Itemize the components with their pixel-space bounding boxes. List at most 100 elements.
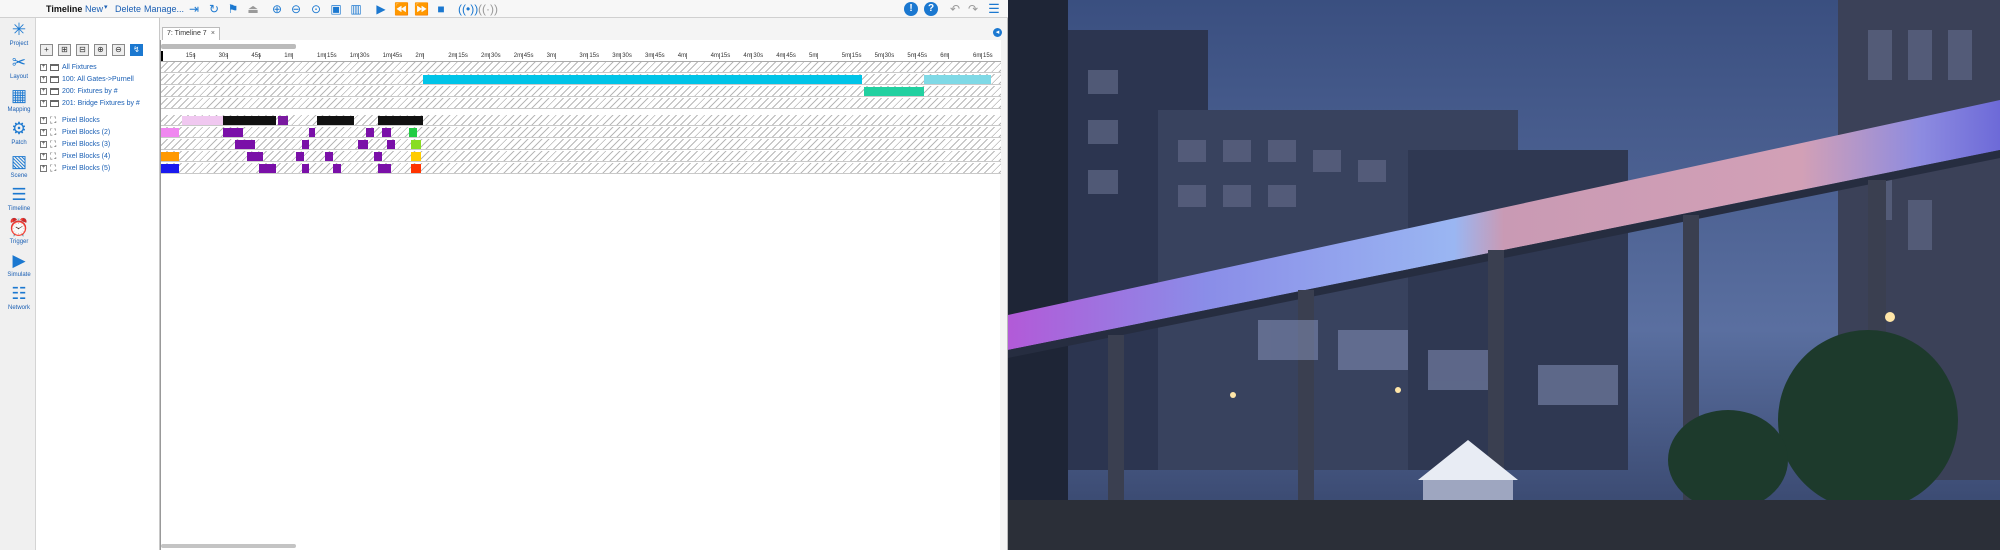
sidebar-item-trigger[interactable]: ⏰ Trigger bbox=[3, 218, 35, 248]
sidebar-item-simulate[interactable]: ▶ Simulate bbox=[3, 251, 35, 281]
tree-row[interactable]: + ⛶ Pixel Blocks (2) bbox=[36, 127, 160, 138]
timeline-block[interactable] bbox=[374, 152, 383, 161]
rewind-icon[interactable]: ⏪ bbox=[394, 2, 409, 16]
horizontal-scrollbar[interactable] bbox=[161, 44, 296, 49]
timeline-block[interactable] bbox=[923, 75, 992, 84]
timeline-block[interactable] bbox=[864, 87, 924, 96]
playhead[interactable] bbox=[161, 51, 163, 61]
sidebar-item-timeline[interactable]: ☰ Timeline bbox=[3, 185, 35, 215]
timeline-block[interactable] bbox=[161, 152, 180, 161]
menu-icon[interactable]: ☰ bbox=[987, 2, 1001, 16]
timeline-block[interactable] bbox=[411, 164, 422, 173]
expand-icon[interactable]: + bbox=[40, 129, 47, 136]
tree-row[interactable]: + All Fixtures bbox=[36, 62, 160, 73]
play-icon[interactable]: ▶ bbox=[374, 2, 388, 16]
timeline-block[interactable] bbox=[378, 164, 391, 173]
expand-icon[interactable]: + bbox=[40, 64, 47, 71]
timeline-block[interactable] bbox=[386, 140, 395, 149]
tree-row[interactable]: + 100: All Gates->Purnell bbox=[36, 74, 160, 85]
link-icon[interactable]: ↯ bbox=[130, 44, 143, 56]
expand-icon[interactable]: + bbox=[40, 117, 47, 124]
undo-icon[interactable]: ↶ bbox=[948, 2, 962, 16]
timeline-lane[interactable] bbox=[161, 98, 1001, 109]
timeline-block[interactable] bbox=[411, 152, 422, 161]
timeline-block[interactable] bbox=[333, 164, 342, 173]
help-icon[interactable]: ? bbox=[924, 2, 938, 16]
timeline-lane[interactable] bbox=[161, 139, 1001, 150]
bottom-scrollbar[interactable] bbox=[161, 544, 296, 548]
timeline-block[interactable] bbox=[411, 140, 422, 149]
arrow-right-icon[interactable]: ⇥ bbox=[187, 2, 201, 16]
sidebar-item-network[interactable]: ☷ Network bbox=[3, 284, 35, 314]
timeline-block[interactable] bbox=[382, 128, 391, 137]
timeline-block[interactable] bbox=[302, 140, 309, 149]
collapse-all-icon[interactable]: ⊟ bbox=[76, 44, 89, 56]
timeline-block[interactable] bbox=[325, 152, 334, 161]
tree-row[interactable]: + 200: Fixtures by # bbox=[36, 86, 160, 97]
expand-icon[interactable]: + bbox=[40, 100, 47, 107]
add-folder-icon[interactable]: + bbox=[40, 44, 53, 56]
tree-row[interactable]: + ⛶ Pixel Blocks (4) bbox=[36, 151, 160, 162]
stop-icon[interactable]: ■ bbox=[434, 2, 448, 16]
eject-icon[interactable]: ⏏ bbox=[246, 2, 260, 16]
close-panel-icon[interactable]: ◂ bbox=[993, 28, 1002, 37]
sidebar-item-patch[interactable]: ⚙ Patch bbox=[3, 119, 35, 149]
lock-icon[interactable]: ▥ bbox=[349, 2, 363, 16]
tab-close-icon[interactable]: × bbox=[211, 28, 215, 40]
image-icon[interactable]: ▣ bbox=[329, 2, 343, 16]
timeline-block[interactable] bbox=[277, 116, 289, 125]
timeline-block[interactable] bbox=[366, 128, 375, 137]
timeline-block[interactable] bbox=[234, 140, 256, 149]
add-group-icon[interactable]: ⊕ bbox=[94, 44, 107, 56]
timeline-block[interactable] bbox=[409, 128, 418, 137]
tree-row[interactable]: + ⛶ Pixel Blocks (3) bbox=[36, 139, 160, 150]
timeline-block[interactable] bbox=[316, 116, 354, 125]
fast-forward-icon[interactable]: ⏩ bbox=[414, 2, 429, 16]
timeline-block[interactable] bbox=[423, 75, 863, 84]
timeline-block[interactable] bbox=[222, 128, 243, 137]
timeline-block[interactable] bbox=[302, 164, 309, 173]
timeline-panel[interactable]: 15s 30s 45s 1m 1m 15s 1m 30s 1m 45s 2m 2m 15s 2m … bbox=[160, 40, 1001, 550]
timeline-block[interactable] bbox=[357, 140, 369, 149]
time-ruler[interactable]: 15s 30s 45s 1m 1m 15s 1m 30s 1m 45s 2m 2m 15s 2m … bbox=[161, 40, 1001, 62]
timeline-lane[interactable] bbox=[161, 74, 1001, 85]
timeline-lane[interactable] bbox=[161, 127, 1001, 138]
manage-button[interactable]: Manage... bbox=[144, 3, 184, 15]
zoom-fit-icon[interactable]: ⊙ bbox=[309, 2, 323, 16]
timeline-block[interactable] bbox=[378, 116, 424, 125]
redo-icon[interactable]: ↷ bbox=[966, 2, 980, 16]
tree-row[interactable]: + ⛶ Pixel Blocks (5) bbox=[36, 163, 160, 174]
new-menu-caret-icon[interactable]: ▾ bbox=[104, 2, 108, 14]
flag-icon[interactable]: ⚑ bbox=[226, 2, 240, 16]
timeline-block[interactable] bbox=[161, 128, 180, 137]
remove-group-icon[interactable]: ⊖ bbox=[112, 44, 125, 56]
expand-icon[interactable]: + bbox=[40, 153, 47, 160]
expand-all-icon[interactable]: ⊞ bbox=[58, 44, 71, 56]
timeline-lane[interactable] bbox=[161, 115, 1001, 126]
info-icon[interactable]: ! bbox=[904, 2, 918, 16]
timeline-block[interactable] bbox=[181, 116, 223, 125]
sidebar-item-mapping[interactable]: ▦ Mapping bbox=[3, 86, 35, 116]
expand-icon[interactable]: + bbox=[40, 165, 47, 172]
new-menu[interactable]: New bbox=[85, 3, 103, 15]
tree-row[interactable]: + 201: Bridge Fixtures by # bbox=[36, 98, 160, 109]
tree-row[interactable]: + ⛶ Pixel Blocks bbox=[36, 115, 160, 126]
loop-icon[interactable]: ↻ bbox=[207, 2, 221, 16]
tab-timeline-7[interactable]: 7: Timeline 7 × bbox=[162, 27, 220, 40]
timeline-lane[interactable] bbox=[161, 86, 1001, 97]
timeline-block[interactable] bbox=[308, 128, 315, 137]
expand-icon[interactable]: + bbox=[40, 76, 47, 83]
delete-button[interactable]: Delete bbox=[115, 3, 141, 15]
timeline-block[interactable] bbox=[222, 116, 276, 125]
expand-icon[interactable]: + bbox=[40, 88, 47, 95]
timeline-lane[interactable] bbox=[161, 163, 1001, 174]
sidebar-item-scene[interactable]: ▧ Scene bbox=[3, 152, 35, 182]
broadcast-icon[interactable]: ((•)) bbox=[458, 2, 478, 16]
timeline-block[interactable] bbox=[296, 152, 305, 161]
zoom-out-icon[interactable]: ⊖ bbox=[289, 2, 303, 16]
timeline-block[interactable] bbox=[259, 164, 276, 173]
zoom-in-icon[interactable]: ⊕ bbox=[270, 2, 284, 16]
timeline-lane[interactable] bbox=[161, 151, 1001, 162]
timeline-lane[interactable] bbox=[161, 62, 1001, 73]
timeline-block[interactable] bbox=[161, 164, 180, 173]
